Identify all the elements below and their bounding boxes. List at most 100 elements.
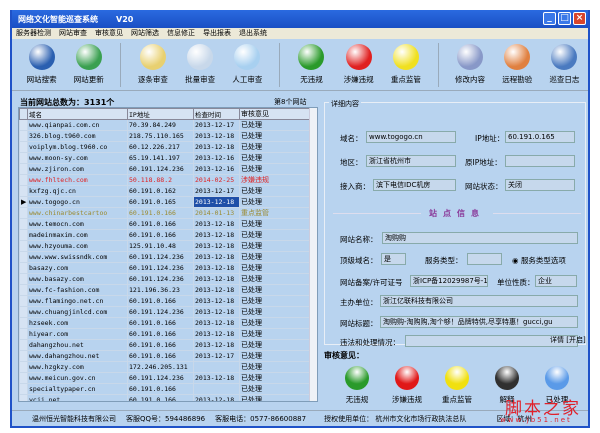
ip-cell: 60.191.0.166 <box>127 207 194 219</box>
domain-label: 域名： <box>340 134 363 143</box>
site-name-field[interactable]: 淘购购 <box>382 232 578 244</box>
table-row[interactable]: www.zjiron.com 60.191.124.236 2013-12-16 已处… <box>19 163 311 175</box>
table-row[interactable]: specialtypaper.cn 60.191.0.166 已处理 <box>19 383 311 395</box>
section-divider: 站点信息 <box>333 209 581 225</box>
row-indicator <box>19 218 28 230</box>
toolbar-button[interactable]: 网站搜索 <box>18 44 65 85</box>
table-row[interactable]: 326.blog.t960.com 218.75.110.165 2013-12-1… <box>19 130 311 142</box>
service-type-option[interactable]: ◉ 服务类型选项 <box>512 255 566 266</box>
domain-field[interactable]: www.togogo.cn <box>366 131 456 143</box>
table-row[interactable]: www.chinarbestcartoo 60.191.0.166 2014-01-… <box>19 207 311 219</box>
toolbar-button[interactable]: 逐条审查 <box>129 44 176 85</box>
domain-cell: www.fhltech.com <box>27 174 128 186</box>
verdict-ball-icon <box>545 366 569 390</box>
row-indicator <box>19 328 28 340</box>
verdict-cell: 已处理 <box>239 306 311 318</box>
service-type-field[interactable] <box>467 253 502 265</box>
magnifier-folder-icon <box>139 44 166 70</box>
menu-item[interactable]: 网站筛选 <box>131 28 159 39</box>
table-row[interactable]: www.hzyouma.com 125.91.10.48 2013-12-18 已处理 <box>19 240 311 252</box>
site-title-field[interactable]: 淘购购-淘购购,淘个够！品牌特供,尽享特惠！gucci,gu <box>380 316 578 328</box>
table-row[interactable]: basazy.com 60.191.124.236 2013-12-18 已处理 <box>19 262 311 274</box>
table-row[interactable]: hzseek.com 60.191.0.166 2013-12-18 已处理 <box>19 317 311 329</box>
verdict-cell: 已处理 <box>239 185 311 197</box>
close-button[interactable]: × <box>573 12 586 25</box>
check-time-cell: 2013-12-18 <box>193 130 240 142</box>
toolbar-button[interactable]: 网站更新 <box>65 44 112 85</box>
minimize-button[interactable]: _ <box>543 12 556 25</box>
check-time-cell: 2013-12-18 <box>193 229 240 241</box>
column-header[interactable]: 检查时间 <box>193 108 240 120</box>
toolbar-button[interactable]: 修改内容 <box>446 44 493 85</box>
row-indicator <box>19 273 28 285</box>
table-row[interactable]: www.fhltech.com 50.118.88.2 2014-02-25 涉嫌违规 <box>19 174 311 186</box>
details-toggle-link[interactable]: 详情 [开启] <box>550 335 586 345</box>
site-table[interactable]: 域名 IP地址 检查时间 审核意见 www.qianpai.com.cn 70.39.84… <box>18 107 318 402</box>
region-field[interactable]: 浙江省杭州市 <box>366 155 456 167</box>
toolbar-button[interactable]: 涉嫌违规 <box>335 44 382 85</box>
verdict-cell: 已处理 <box>239 163 311 175</box>
table-row[interactable]: www.meicun.gov.cn 60.191.124.236 2013-12-1… <box>19 372 311 384</box>
section-title: 站点信息 <box>421 209 493 218</box>
menu-item[interactable]: 退出系统 <box>239 28 267 39</box>
column-header[interactable]: 审核意见 <box>239 108 311 120</box>
menu-item[interactable]: 服务器检测 <box>16 28 51 39</box>
title-bar: 网络文化智能巡查系统 V20 _ □ × <box>12 10 588 28</box>
menu-item[interactable]: 网站审查 <box>59 28 87 39</box>
toolbar-button[interactable]: 批量审查 <box>177 44 224 85</box>
top-domain-label: 顶级域名： <box>340 256 378 265</box>
table-row[interactable]: dahangzhou.net 60.191.0.166 2013-12-18 已处理 <box>19 339 311 351</box>
row-indicator <box>19 229 28 241</box>
table-row[interactable]: www.www.swissndk.com 60.191.124.236 2013-1… <box>19 251 311 263</box>
table-row[interactable]: kxfzg.qjc.cn 60.191.0.162 2013-12-17 已处理 <box>19 185 311 197</box>
isp-field[interactable]: 滨下电信IDC机房 <box>373 179 456 191</box>
maximize-button[interactable]: □ <box>558 12 571 25</box>
table-row[interactable]: www.dahangzhou.net 60.191.0.166 2013-12-17… <box>19 350 311 362</box>
table-row[interactable]: www.moon-sy.com 65.19.141.197 2013-12-16 已处… <box>19 152 311 164</box>
toolbar-button[interactable]: 重点监管 <box>382 44 429 85</box>
table-row[interactable]: hiyear.com 60.191.0.166 2013-12-18 已处理 <box>19 328 311 340</box>
check-time-cell: 2013-12-16 <box>193 152 240 164</box>
toolbar-button[interactable]: 巡查日志 <box>541 44 588 85</box>
table-row[interactable]: voiplym.blog.t960.co 60.12.226.217 2013-12… <box>19 141 311 153</box>
toolbar-button[interactable]: 远程勘验 <box>494 44 541 85</box>
toolbar-button[interactable]: 人工审查 <box>224 44 271 85</box>
table-row[interactable]: www.chuangjinlcd.com 60.191.124.236 2013-1… <box>19 306 311 318</box>
state-field[interactable]: 关闭 <box>505 179 575 191</box>
column-header[interactable]: 域名 <box>27 108 128 120</box>
magnifier-icon <box>234 44 261 70</box>
orig-ip-field[interactable] <box>505 155 575 167</box>
icp-field[interactable]: 浙ICP备12029987号-1 <box>410 275 488 287</box>
verdict-button[interactable]: 重点监管 <box>432 366 482 405</box>
check-time-cell: 2014-01-13 <box>193 207 240 219</box>
vertical-scrollbar[interactable] <box>309 108 317 401</box>
table-row[interactable]: ▶ www.togogo.cn 60.191.0.165 2013-12-18 已处理 <box>19 196 311 208</box>
host-field[interactable]: 浙江亿联科技有限公司 <box>380 295 578 307</box>
check-time-cell: 2013-12-18 <box>193 141 240 153</box>
calendar-icon <box>457 44 484 70</box>
toolbar-separator <box>120 42 122 87</box>
menu-item[interactable]: 审核意见 <box>95 28 123 39</box>
verdict-button[interactable]: 涉嫌违规 <box>382 366 432 405</box>
check-time-cell: 2013-12-18 <box>193 218 240 230</box>
verdict-ball-icon <box>395 366 419 390</box>
row-indicator: ▶ <box>19 196 28 208</box>
table-row[interactable]: www.temocn.com 60.191.0.166 2013-12-18 已处理 <box>19 218 311 230</box>
column-header[interactable]: IP地址 <box>127 108 194 120</box>
verdict-button[interactable]: 无违规 <box>332 366 382 405</box>
menu-item[interactable]: 导出报表 <box>203 28 231 39</box>
ip-field[interactable]: 60.191.0.165 <box>505 131 575 143</box>
verdict-cell: 已处理 <box>239 339 311 351</box>
table-row[interactable]: www.basazy.com 60.191.124.236 2013-12-18 已处… <box>19 273 311 285</box>
verdict-cell: 已处理 <box>239 141 311 153</box>
table-row[interactable]: www.hzgkzy.com 172.246.205.131 已处理 <box>19 361 311 373</box>
table-row[interactable]: ycjj.net 60.191.0.166 2013-12-18 已处理 <box>19 394 311 401</box>
table-row[interactable]: madeinmaxim.com 60.191.0.166 2013-12-18 已处理 <box>19 229 311 241</box>
table-row[interactable]: www.qianpai.com.cn 70.39.84.249 2013-12-17… <box>19 119 311 131</box>
menu-item[interactable]: 信息修正 <box>167 28 195 39</box>
table-row[interactable]: www.flamingo.net.cn 60.191.0.166 2013-12-1… <box>19 295 311 307</box>
toolbar-button[interactable]: 无违规 <box>288 44 335 85</box>
unit-type-field[interactable]: 企业 <box>535 275 577 287</box>
top-domain-field[interactable]: 是 <box>381 253 406 265</box>
table-row[interactable]: www.fc-fashion.com 121.196.36.23 2013-12-1… <box>19 284 311 296</box>
